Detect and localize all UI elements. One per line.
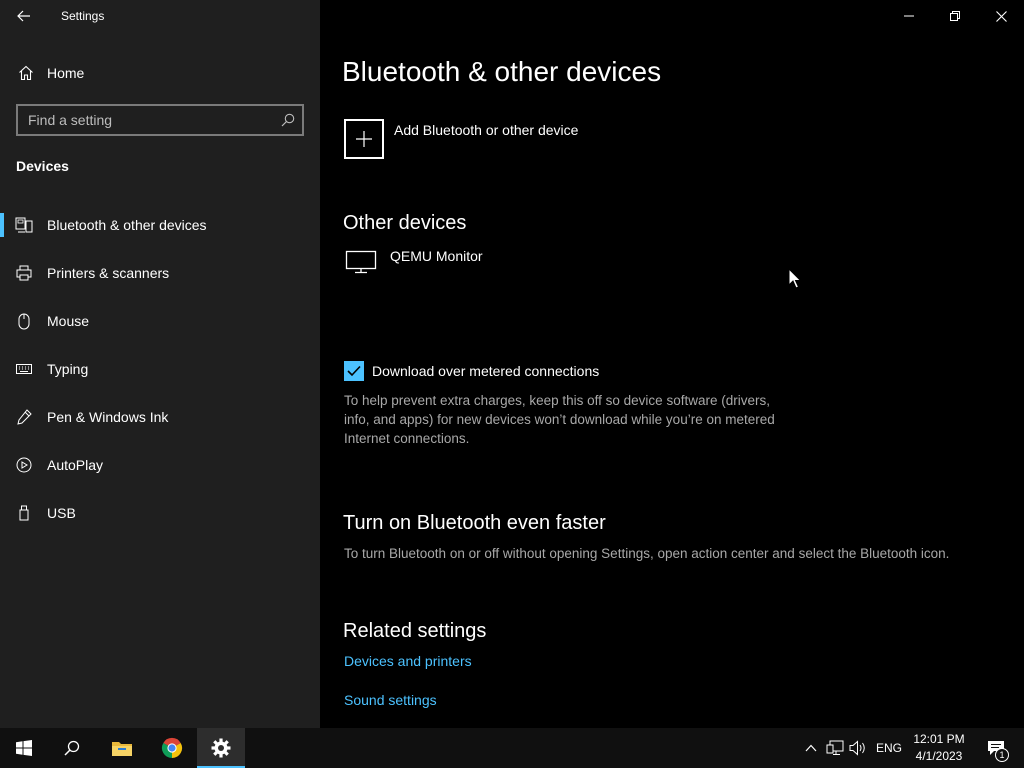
taskbar: ENG 12:01 PM 4/1/2023 1: [0, 728, 1024, 768]
keyboard-icon: [14, 364, 34, 374]
action-center-button[interactable]: 1: [978, 728, 1014, 768]
back-arrow-icon: [17, 10, 30, 22]
plus-icon: [344, 119, 384, 159]
sound-settings-link[interactable]: Sound settings: [344, 692, 437, 708]
clock[interactable]: 12:01 PM 4/1/2023: [910, 731, 968, 765]
clock-date: 4/1/2023: [915, 749, 963, 763]
home-icon: [16, 65, 36, 81]
network-icon: [826, 740, 844, 755]
device-item[interactable]: QEMU Monitor: [344, 246, 483, 278]
volume-icon: [849, 740, 865, 756]
home-nav-item[interactable]: Home: [0, 57, 320, 89]
taskbar-search-button[interactable]: [48, 728, 96, 768]
sidebar: Settings Home Devices Bluetooth & other …: [0, 0, 320, 728]
pen-icon: [14, 409, 34, 425]
search-icon[interactable]: [274, 113, 302, 127]
metered-description: To help prevent extra charges, keep this…: [344, 393, 775, 446]
restore-button[interactable]: [932, 0, 978, 32]
sidebar-item-autoplay[interactable]: AutoPlay: [0, 441, 320, 489]
search-icon: [64, 740, 80, 756]
section-title: Devices: [16, 158, 69, 174]
sidebar-item-label: Pen & Windows Ink: [47, 409, 169, 425]
add-device-label: Add Bluetooth or other device: [394, 122, 579, 138]
bluetooth-faster-heading: Turn on Bluetooth even faster: [343, 512, 606, 534]
minimize-button[interactable]: [886, 0, 932, 32]
close-icon: [995, 10, 1007, 22]
restore-icon: [950, 11, 960, 21]
mouse-cursor-icon: [788, 268, 802, 289]
file-explorer-button[interactable]: [98, 728, 146, 768]
network-tray-button[interactable]: [824, 728, 846, 768]
sidebar-item-label: Typing: [47, 361, 89, 377]
close-button[interactable]: [978, 0, 1024, 32]
metered-checkbox[interactable]: [344, 361, 364, 381]
search-input[interactable]: [18, 106, 274, 134]
metered-label: Download over metered connections: [372, 363, 600, 379]
window-controls: [886, 0, 1024, 32]
autoplay-icon: [14, 457, 34, 473]
volume-tray-button[interactable]: [847, 728, 869, 768]
related-settings-heading: Related settings: [343, 620, 487, 642]
settings-taskbar-button[interactable]: [197, 728, 245, 768]
chrome-button[interactable]: [148, 728, 196, 768]
page-title: Bluetooth & other devices: [342, 56, 662, 87]
device-name: QEMU Monitor: [390, 248, 483, 264]
sidebar-item-usb[interactable]: USB: [0, 489, 320, 537]
bluetooth-faster-description: To turn Bluetooth on or off without open…: [344, 546, 950, 561]
minimize-icon: [904, 15, 914, 17]
settings-icon: [211, 738, 231, 758]
monitor-icon: [344, 246, 378, 278]
file-explorer-icon: [112, 742, 132, 756]
chrome-icon: [161, 737, 183, 759]
show-hidden-icons-button[interactable]: [800, 728, 822, 768]
sidebar-item-label: AutoPlay: [47, 457, 104, 473]
add-device-button[interactable]: Add Bluetooth or other device: [344, 119, 578, 159]
chevron-up-icon: [805, 744, 817, 752]
search-box: [16, 104, 304, 136]
sidebar-item-label: USB: [47, 505, 76, 521]
sidebar-item-label: Bluetooth & other devices: [47, 217, 207, 233]
sidebar-item-pen[interactable]: Pen & Windows Ink: [0, 393, 320, 441]
devices-and-printers-link[interactable]: Devices and printers: [344, 653, 472, 669]
other-devices-heading: Other devices: [343, 212, 467, 234]
checkmark-icon: [347, 365, 361, 377]
home-label: Home: [47, 65, 85, 81]
sidebar-item-mouse[interactable]: Mouse: [0, 297, 320, 345]
sidebar-item-printers[interactable]: Printers & scanners: [0, 249, 320, 297]
start-button[interactable]: [0, 728, 48, 768]
back-button[interactable]: [8, 4, 40, 28]
bluetooth-device-icon: [14, 217, 34, 233]
mouse-icon: [14, 313, 34, 330]
title-bar: Settings: [0, 0, 320, 32]
sidebar-item-label: Printers & scanners: [47, 265, 170, 281]
usb-icon: [14, 505, 34, 521]
sidebar-item-label: Mouse: [47, 313, 90, 329]
notification-badge: 1: [995, 748, 1009, 762]
app-title: Settings: [61, 9, 105, 23]
printer-icon: [14, 265, 34, 281]
sidebar-nav: Bluetooth & other devices Printers & sca…: [0, 201, 320, 537]
clock-time: 12:01 PM: [913, 732, 965, 746]
metered-checkbox-row[interactable]: Download over metered connections: [344, 361, 599, 381]
main-content: Bluetooth & other devices Add Bluetooth …: [320, 0, 1024, 728]
sidebar-item-typing[interactable]: Typing: [0, 345, 320, 393]
sidebar-item-bluetooth[interactable]: Bluetooth & other devices: [0, 201, 320, 249]
start-icon: [16, 740, 32, 756]
language-indicator[interactable]: ENG: [876, 741, 902, 755]
